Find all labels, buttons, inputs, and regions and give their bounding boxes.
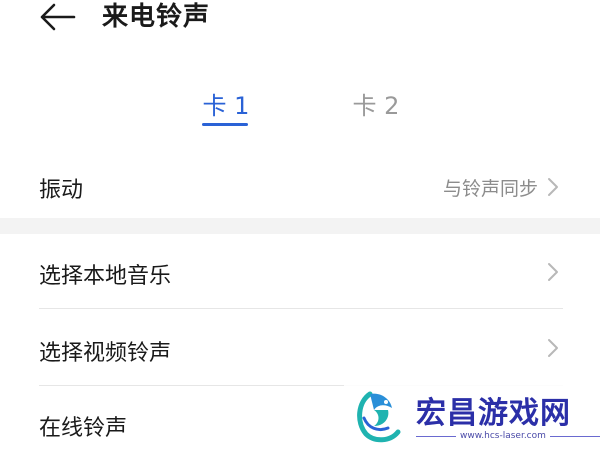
page-title: 来电铃声 [102, 2, 211, 32]
chevron-right-icon [546, 176, 560, 198]
chevron-right-icon [546, 261, 560, 283]
vibration-value: 与铃声同步 [442, 178, 538, 200]
chevron-right-icon [546, 337, 560, 359]
sim-tabs: 卡 1 卡 2 [0, 78, 600, 130]
tab-sim-1[interactable]: 卡 1 [201, 86, 251, 121]
setting-row-video-ringtone[interactable]: 选择视频铃声 [0, 309, 600, 385]
setting-row-local-music[interactable]: 选择本地音乐 [0, 234, 600, 308]
dragon-logo-icon [350, 388, 408, 446]
tab-indicator [202, 123, 248, 126]
tab-sim-2[interactable]: 卡 2 [350, 86, 402, 121]
video-ringtone-label: 选择视频铃声 [39, 341, 172, 366]
vibration-label: 振动 [39, 178, 84, 203]
local-music-label: 选择本地音乐 [39, 264, 172, 289]
watermark-url: www.hcs-laser.com [456, 431, 550, 441]
watermark-name: 宏昌游戏网 [416, 396, 571, 431]
watermark: 宏昌游戏网 www.hcs-laser.com [344, 380, 600, 450]
section-divider [0, 218, 600, 234]
online-ringtone-label: 在线铃声 [39, 416, 128, 441]
setting-row-vibration[interactable]: 振动 与铃声同步 [0, 160, 600, 216]
arrow-left-icon[interactable] [38, 2, 78, 32]
header: 来电铃声 [0, 0, 600, 40]
